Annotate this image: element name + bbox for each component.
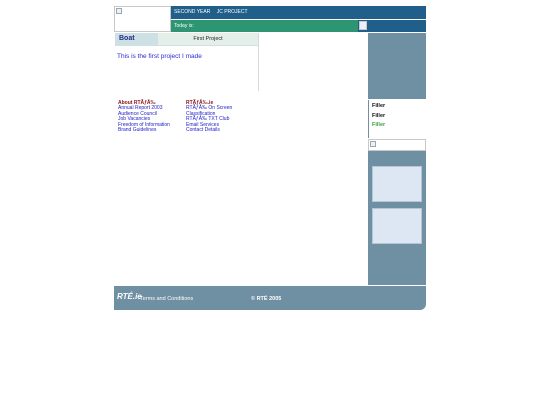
footer-logo[interactable]: RTÉ.ie (117, 292, 142, 301)
nav-item-second-year[interactable]: SECOND YEAR (174, 9, 210, 15)
links-about-rte: About RTÃƒÂ‰ Annual Report 2003 Audience… (118, 100, 184, 134)
tab-underline (115, 45, 258, 46)
date-bar: Today is: (171, 20, 358, 32)
link-contact-details[interactable]: Contact Details (186, 128, 256, 134)
terms-link[interactable]: Terms and Conditions (140, 296, 193, 302)
filler-box: Filler Filler Filler (368, 100, 426, 138)
nav-item-jc-project[interactable]: JC PROJECT (217, 9, 248, 15)
tab-first-project[interactable]: First Project (158, 33, 258, 45)
link-brand-guidelines[interactable]: Brand Guidelines (118, 128, 184, 134)
broken-image-icon (116, 8, 122, 14)
filler-item[interactable]: Filler (372, 112, 426, 122)
filler-item[interactable]: Filler (372, 102, 426, 112)
header-logo-image (114, 6, 171, 32)
project-description: This is the first project I made (117, 53, 202, 60)
links-rte-ie: RTÃƒÂ‰.ie RTÃƒÂ‰ On Screen Classificatio… (186, 100, 256, 134)
sidebar-top-panel (368, 33, 426, 99)
sidebar-ad-box[interactable] (372, 208, 422, 244)
sidebar-image (368, 139, 426, 151)
header-banner-image (358, 20, 426, 32)
sidebar-ad-box[interactable] (372, 166, 422, 202)
tab-boat[interactable]: Boat (115, 33, 158, 45)
sidebar-bottom-panel (368, 151, 426, 285)
today-label: Today is: (174, 23, 194, 29)
broken-image-icon (370, 141, 376, 147)
top-nav-bar: SECOND YEAR JC PROJECT (171, 6, 426, 19)
filler-item[interactable]: Filler (372, 121, 426, 131)
footer-bar: RTÉ.ie Terms and Conditions © RTÉ 2005 (114, 286, 426, 310)
copyright-text: © RTÉ 2005 (251, 296, 282, 302)
content-divider (258, 33, 259, 91)
broken-image-icon (359, 21, 367, 30)
